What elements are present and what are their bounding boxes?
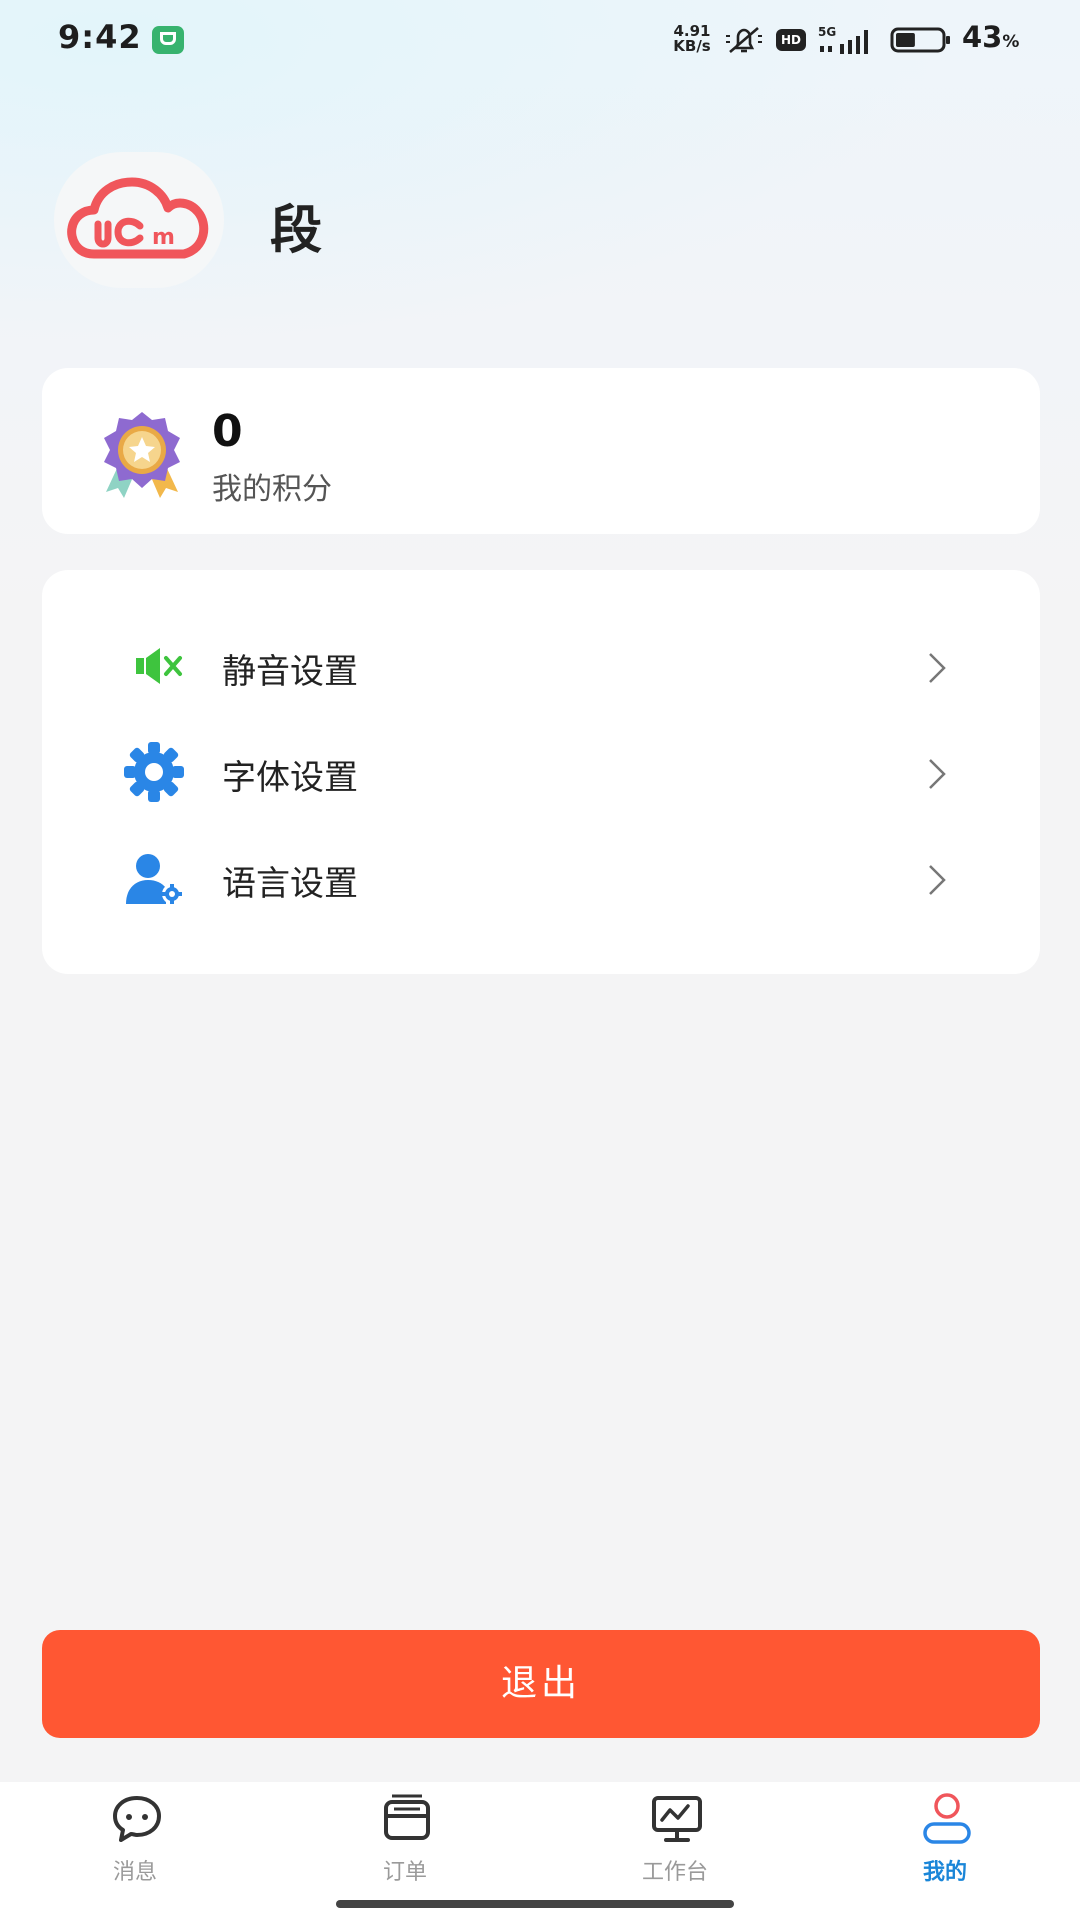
medal-icon [104, 412, 180, 498]
tab-workbench[interactable]: 工作台 [540, 1782, 810, 1912]
settings-menu: 静音设置 字体设置 语言设置 [42, 570, 1040, 974]
gear-icon [124, 742, 184, 802]
points-value: 0 [212, 406, 243, 457]
status-bar: 9:42 4.91 KB/s HD 5G 43% [0, 0, 1080, 80]
tab-label: 消息 [112, 1860, 157, 1885]
order-box-icon [384, 1794, 430, 1840]
tab-messages[interactable]: 消息 [0, 1782, 270, 1912]
avatar-logo-mark: m [152, 225, 175, 250]
battery-percent-sign: % [1002, 32, 1020, 52]
network-speed-unit: KB/s [673, 37, 711, 55]
tab-label: 订单 [382, 1860, 427, 1885]
chevron-right-icon [929, 653, 946, 683]
chat-bubble-icon [113, 1796, 161, 1842]
chevron-right-icon [929, 759, 946, 789]
menu-item-mute-settings[interactable]: 静音设置 [42, 614, 1040, 720]
user-settings-icon [126, 854, 182, 904]
chevron-right-icon [929, 865, 946, 895]
signal-5g-icon: 5G [818, 25, 868, 54]
avatar[interactable]: m [54, 152, 224, 288]
menu-item-language-settings[interactable]: 语言设置 [42, 826, 1040, 932]
home-indicator [336, 1900, 734, 1908]
battery-percent: 43% [962, 20, 1019, 54]
cloud-logo-icon: m [67, 177, 209, 259]
app-notification-icon [152, 26, 184, 54]
menu-item-label: 语言设置 [222, 864, 358, 904]
battery-icon [890, 27, 950, 53]
tab-orders[interactable]: 订单 [270, 1782, 540, 1912]
monitor-chart-icon [652, 1796, 702, 1842]
points-label: 我的积分 [212, 472, 332, 507]
menu-item-font-settings[interactable]: 字体设置 [42, 720, 1040, 826]
menu-item-label: 静音设置 [222, 652, 358, 692]
mute-speaker-icon [136, 648, 182, 684]
logout-button[interactable]: 退出 [42, 1630, 1040, 1738]
hd-voice-icon: HD [776, 29, 806, 51]
network-speed: 4.91 KB/s [670, 24, 714, 54]
person-icon [923, 1793, 971, 1844]
battery-percent-value: 43 [962, 20, 1003, 54]
tab-label: 我的 [922, 1860, 967, 1885]
tab-label: 工作台 [641, 1860, 708, 1885]
points-card[interactable]: 0 我的积分 [42, 368, 1040, 534]
menu-item-label: 字体设置 [222, 758, 358, 798]
tab-mine[interactable]: 我的 [810, 1782, 1080, 1912]
silent-bell-icon [726, 27, 762, 53]
network-type-label: 5G [818, 25, 836, 39]
status-time: 9:42 [58, 18, 142, 56]
user-name: 段 [270, 201, 323, 261]
